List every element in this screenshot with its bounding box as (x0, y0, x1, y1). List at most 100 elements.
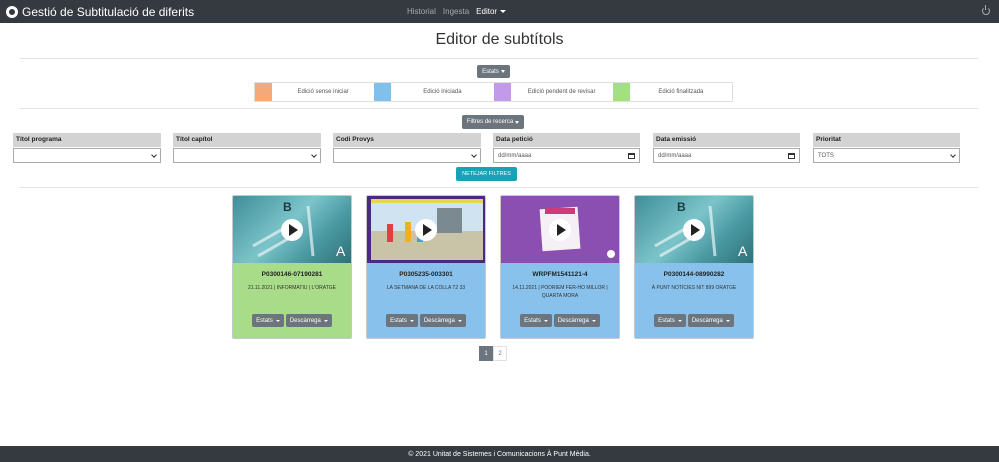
card-states-label: Estats (524, 317, 541, 324)
card-actions: Estats Descàrrega (501, 314, 619, 327)
video-card: BA P0300146-07190281 21.11.2021 | INFORM… (232, 195, 352, 339)
card-actions: Estats Descàrrega (367, 314, 485, 327)
legend-label: Edició finalitzada (658, 89, 704, 95)
card-code: P0305235-003301 (399, 271, 453, 278)
nav-item-editor[interactable]: Editor (476, 7, 507, 16)
card-actions: Estats Descàrrega (233, 314, 351, 327)
calendar-icon[interactable] (628, 152, 635, 159)
filter-label: Títol capítol (173, 133, 321, 147)
card-states-button[interactable]: Estats (252, 314, 284, 327)
app-title: Gestió de Subtitulació de diferits (22, 4, 195, 19)
video-thumbnail[interactable]: BA (233, 196, 351, 263)
card-download-button[interactable]: Descàrrega (419, 314, 466, 327)
card-description: LA SETMANA DE LA COLLA T2 33 (386, 285, 466, 291)
card-description: À PUNT NOTÍCIES NIT 899 ORATGE (651, 285, 737, 291)
legend-item: Edició pendent de revisar (493, 83, 613, 101)
thumbnail-b-letter: B (283, 200, 292, 214)
play-icon[interactable] (549, 218, 571, 241)
video-thumbnail[interactable] (501, 196, 619, 263)
program-title-select[interactable] (13, 148, 161, 163)
legend-item: Edició sense iniciar (255, 83, 374, 101)
filter-label: Data petició (493, 133, 640, 147)
card-states-button[interactable]: Estats (386, 314, 418, 327)
play-icon[interactable] (281, 218, 303, 241)
nav-item-editor-label: Editor (476, 7, 498, 16)
caret-down-icon (500, 10, 507, 14)
caret-down-icon (591, 319, 596, 322)
card-states-button[interactable]: Estats (520, 314, 552, 327)
caret-down-icon (677, 319, 682, 322)
filter-broadcast-date: Data emissió dd/mm/aaaa (653, 133, 800, 163)
card-description: 14.11.2021 | PODRIEM FER-HO MILLOR | QUA… (512, 285, 608, 299)
card-download-button[interactable]: Descàrrega (285, 314, 332, 327)
card-download-label: Descàrrega (423, 317, 455, 324)
power-icon[interactable] (982, 5, 990, 15)
chevron-down-icon (471, 151, 477, 158)
thumbnail-a-letter: A (336, 243, 346, 259)
card-download-label: Descàrrega (289, 317, 321, 324)
video-thumbnail[interactable]: BA (635, 196, 753, 263)
status-legend: Edició sense iniciar Edició iniciada Edi… (254, 82, 733, 102)
video-card: WRPFM1541121-4 14.11.2021 | PODRIEM FER-… (500, 195, 620, 339)
filter-chapter-title: Títol capítol (173, 133, 321, 163)
caret-down-icon (500, 70, 505, 73)
nav-item-ingesta[interactable]: Ingesta (443, 7, 469, 16)
card-code: P0300144-08990282 (663, 271, 725, 278)
page-2-button[interactable]: 2 (493, 346, 507, 361)
legend-swatch (612, 83, 630, 101)
chevron-down-icon (151, 151, 157, 158)
caret-down-icon (323, 319, 328, 322)
divider (20, 187, 978, 188)
page-title: Editor de subtítols (435, 31, 564, 48)
request-date-input[interactable]: dd/mm/aaaa (493, 148, 640, 163)
caret-down-icon (409, 319, 414, 322)
video-thumbnail[interactable] (367, 196, 485, 263)
card-code: WRPFM1541121-4 (532, 271, 588, 278)
states-button-label: Estats (482, 68, 499, 75)
clear-filters-button[interactable]: NETEJAR FILTRES (456, 167, 517, 181)
page-1-button[interactable]: 1 (479, 346, 493, 361)
legend-item: Edició finalitzada (612, 83, 732, 101)
legend-label: Edició sense iniciar (297, 89, 349, 95)
caret-down-icon (515, 120, 520, 124)
chapter-title-select[interactable] (173, 148, 321, 163)
card-description: 21.11.2021 | INFORMATIU | L'ORATGE (247, 285, 337, 291)
play-icon[interactable] (683, 218, 705, 241)
provys-code-select[interactable] (333, 148, 481, 163)
chevron-down-icon (311, 151, 317, 158)
card-download-label: Descàrrega (691, 317, 723, 324)
legend-item: Edició iniciada (374, 83, 493, 101)
filter-label: Codi Provys (333, 133, 481, 147)
card-states-label: Estats (658, 317, 675, 324)
priority-select[interactable]: TOTS (813, 148, 960, 163)
calendar-icon[interactable] (788, 152, 795, 159)
states-button[interactable]: Estats (477, 65, 510, 78)
chevron-down-icon (950, 151, 956, 158)
date-placeholder: dd/mm/aaaa (498, 152, 532, 159)
brand[interactable]: Gestió de Subtitulació de diferits (6, 5, 194, 19)
card-states-button[interactable]: Estats (654, 314, 686, 327)
search-filters-button[interactable]: Filtres de recerca (462, 115, 524, 129)
card-code: P0300146-07190281 (261, 271, 323, 278)
filter-label: Títol programa (13, 133, 161, 147)
filter-request-date: Data petició dd/mm/aaaa (493, 133, 640, 163)
select-value: TOTS (818, 152, 834, 159)
date-placeholder: dd/mm/aaaa (658, 152, 692, 159)
card-states-label: Estats (390, 317, 407, 324)
nav-links: Historial Ingesta Editor (407, 0, 513, 23)
broadcast-date-input[interactable]: dd/mm/aaaa (653, 148, 800, 163)
play-icon[interactable] (415, 218, 437, 241)
filter-program-title: Títol programa (13, 133, 161, 163)
filter-priority: Prioritat TOTS (813, 133, 960, 163)
divider (20, 108, 978, 109)
card-download-button[interactable]: Descàrrega (553, 314, 600, 327)
thumbnail-b-letter: B (677, 200, 686, 214)
nav-item-historial[interactable]: Historial (407, 7, 436, 16)
card-download-button[interactable]: Descàrrega (687, 314, 734, 327)
card-states-label: Estats (256, 317, 273, 324)
legend-label: Edició pendent de revisar (527, 89, 596, 95)
video-card: P0305235-003301 LA SETMANA DE LA COLLA T… (366, 195, 486, 339)
caret-down-icon (543, 319, 548, 322)
filter-provys-code: Codi Provys (333, 133, 481, 163)
caret-down-icon (457, 319, 462, 322)
